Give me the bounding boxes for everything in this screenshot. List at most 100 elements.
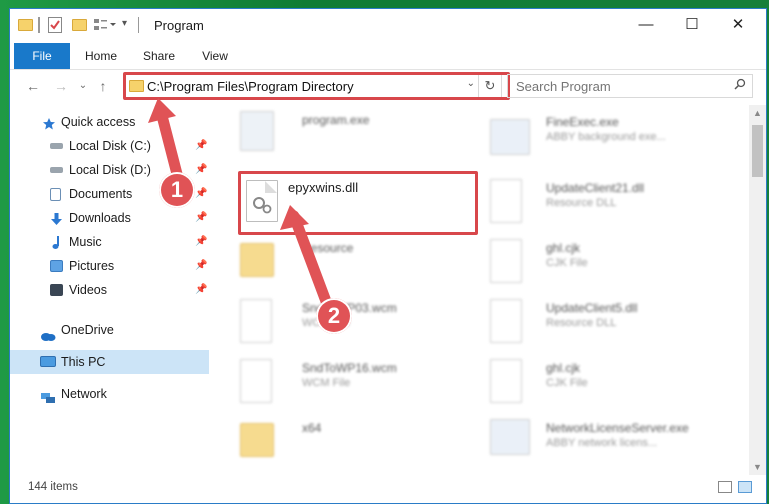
callout-1: 1 <box>159 172 195 208</box>
file-name[interactable]: epyxwins.dll <box>288 180 358 195</box>
dll-file-icon <box>246 180 278 222</box>
file-type: WCM File <box>302 377 351 389</box>
file-icon <box>240 299 272 343</box>
search-input[interactable] <box>514 78 718 95</box>
scrollbar-thumb[interactable] <box>752 125 763 177</box>
forward-button[interactable]: → <box>52 77 70 95</box>
tab-view[interactable]: View <box>192 43 238 69</box>
divider <box>138 17 139 33</box>
ribbon-tabs: File Home Share View <box>10 43 766 70</box>
dll-file-icon <box>490 299 522 343</box>
recent-locations-button[interactable]: ⌄ <box>74 77 92 95</box>
file-type: Resource DLL <box>546 317 617 329</box>
title-bar: ▾ Program — ☐ ✕ <box>10 9 766 41</box>
maximize-button[interactable]: ☐ <box>670 13 714 37</box>
vertical-scrollbar[interactable]: ▲ ▼ <box>749 105 766 475</box>
sidebar-item-label: OneDrive <box>61 323 114 337</box>
customize-toolbar-icon[interactable] <box>94 18 116 32</box>
file-highlight-box: epyxwins.dll <box>238 171 478 235</box>
minimize-button[interactable]: — <box>624 13 668 37</box>
file-name: ghl.cjk <box>546 361 581 375</box>
list-item[interactable]: ghl.cjk CJK File <box>490 353 740 409</box>
downloads-icon <box>50 211 63 225</box>
sidebar-item-label: This PC <box>61 355 106 369</box>
sidebar-item-quick-access[interactable]: Quick access <box>10 110 209 134</box>
list-item[interactable]: SndToWP03.wcm WCM File <box>240 293 470 349</box>
sidebar-item-label: Local Disk (C:) <box>69 139 151 153</box>
tab-share[interactable]: Share <box>134 43 184 69</box>
file-name: NetworkLicenseServer.exe <box>546 421 689 435</box>
tab-home[interactable]: Home <box>76 43 126 69</box>
file-type: ABBY network licens... <box>546 437 658 449</box>
star-icon <box>42 115 56 130</box>
sidebar-item-pictures[interactable]: Pictures 📌 <box>10 254 209 278</box>
computer-icon <box>40 356 56 367</box>
documents-icon <box>50 188 61 201</box>
list-item[interactable]: x64 <box>240 413 470 469</box>
address-highlight-box <box>123 72 510 100</box>
sidebar-item-label: Network <box>61 387 107 401</box>
file-name: FineExec.exe <box>546 115 619 129</box>
search-icon[interactable] <box>734 78 746 93</box>
sidebar-item-local-disk-c[interactable]: Local Disk (C:) 📌 <box>10 134 209 158</box>
sidebar-item-label: Music <box>69 235 102 249</box>
drive-icon <box>50 143 63 149</box>
sidebar-item-downloads[interactable]: Downloads 📌 <box>10 206 209 230</box>
list-item[interactable]: FineExec.exe ABBY background exe... <box>490 113 740 169</box>
new-folder-icon[interactable] <box>72 19 87 31</box>
sidebar-item-label: Documents <box>69 187 133 201</box>
sidebar-item-label: Quick access <box>61 115 136 129</box>
folder-icon <box>18 19 33 31</box>
list-item[interactable]: Resource <box>240 233 470 289</box>
file-name: UpdateClient5.dll <box>546 301 638 315</box>
properties-icon[interactable] <box>48 17 62 33</box>
up-button[interactable]: ↑ <box>94 77 112 95</box>
list-item[interactable]: NetworkLicenseServer.exe ABBY network li… <box>490 413 740 469</box>
scroll-down-icon[interactable]: ▼ <box>749 459 766 475</box>
sidebar-item-network[interactable]: Network <box>10 382 209 406</box>
network-icon <box>40 388 56 403</box>
tab-file[interactable]: File <box>14 43 70 69</box>
back-button[interactable]: ← <box>24 77 42 95</box>
sidebar-item-onedrive[interactable]: OneDrive <box>10 318 209 342</box>
file-type: CJK File <box>546 377 588 389</box>
list-item[interactable]: UpdateClient5.dll Resource DLL <box>490 293 740 349</box>
exe-icon <box>490 119 530 155</box>
exe-icon <box>240 111 274 151</box>
list-item[interactable]: program.exe <box>240 105 470 161</box>
sidebar-item-label: Downloads <box>69 211 131 225</box>
file-name: x64 <box>302 421 322 435</box>
pin-icon: 📌 <box>195 260 208 271</box>
details-view-icon[interactable] <box>718 481 732 493</box>
search-box[interactable] <box>507 74 753 98</box>
file-type: ABBY background exe... <box>546 131 666 143</box>
pin-icon: 📌 <box>195 164 208 175</box>
sidebar-item-music[interactable]: Music 📌 <box>10 230 209 254</box>
sidebar-item-videos[interactable]: Videos 📌 <box>10 278 209 302</box>
folder-icon <box>240 423 274 457</box>
pin-icon: 📌 <box>195 188 208 199</box>
folder-icon <box>240 243 274 277</box>
sidebar-item-label: Local Disk (D:) <box>69 163 151 177</box>
quick-access-dropdown-icon[interactable]: ▾ <box>122 18 127 34</box>
sidebar-item-label: Pictures <box>69 259 115 273</box>
list-item[interactable]: ghl.cjk CJK File <box>490 233 740 289</box>
music-icon <box>50 234 63 249</box>
list-item[interactable]: UpdateClient21.dll Resource DLL <box>490 173 740 229</box>
divider <box>38 17 40 33</box>
large-icons-view-icon[interactable] <box>738 481 752 493</box>
scroll-up-icon[interactable]: ▲ <box>749 105 766 121</box>
file-name: program.exe <box>302 113 370 127</box>
file-name: SndToWP16.wcm <box>302 361 397 375</box>
callout-2: 2 <box>316 298 352 334</box>
file-icon <box>240 359 272 403</box>
file-name: ghl.cjk <box>546 241 581 255</box>
pictures-icon <box>50 260 63 272</box>
sidebar-item-this-pc[interactable]: This PC <box>10 350 209 374</box>
list-item[interactable]: SndToWP16.wcm WCM File <box>240 353 470 409</box>
file-type: Resource DLL <box>546 197 617 209</box>
pin-icon: 📌 <box>195 212 208 223</box>
file-icon <box>490 359 522 403</box>
navigation-pane: Quick access Local Disk (C:) 📌 Local Dis… <box>10 105 209 469</box>
close-button[interactable]: ✕ <box>716 13 760 37</box>
